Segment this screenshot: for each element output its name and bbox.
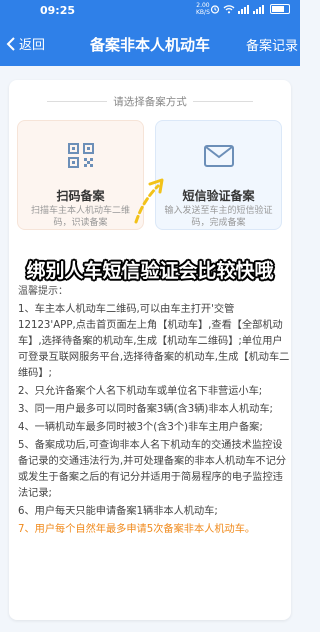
tip-item: 4、一辆机动车最多同时被3个(含3个)非车主用户备案; — [18, 422, 263, 433]
arrow-annotation-icon — [134, 178, 164, 224]
battery-icon — [270, 4, 290, 14]
tips-section: 温馨提示： 1、车主本人机动车二维码,可以由车主打开'交管12123'APP,点… — [18, 284, 290, 540]
divider-right — [193, 101, 253, 102]
status-time: 09:25 — [40, 4, 76, 17]
network-speed-unit: KB/S — [196, 9, 210, 16]
tip-item-highlight: 7、用户每个自然年最多申请5次备案非本人机动车。 — [18, 524, 256, 535]
signal-icon — [238, 4, 250, 14]
alarm-icon — [210, 5, 220, 14]
sms-record-label: 短信验证备案 — [182, 189, 255, 203]
signal-icon-2 — [253, 4, 265, 14]
tips-heading: 温馨提示： — [18, 286, 68, 297]
status-icons — [210, 4, 290, 14]
tip-item: 5、备案成功后,可查询非本人名下机动车的交通技术监控设备记录的交通违法行为,并可… — [18, 440, 287, 499]
network-speed: 2.00 KB/S — [196, 2, 210, 16]
qr-code-icon — [67, 143, 94, 168]
tip-item: 3、同一用户最多可以同时备案3辆(含3辆)非本人机动车; — [18, 404, 273, 415]
scan-record-label: 扫码备案 — [56, 189, 105, 203]
scan-record-option[interactable]: 扫码备案 扫描车主本人机动车二维码，识读备案 — [17, 120, 144, 230]
nav-bar: 返回 备案非本人机动车 备案记录 — [0, 22, 300, 66]
tip-item: 2、只允许备案个人名下机动车或单位名下非营运小车; — [18, 386, 263, 397]
network-speed-value: 2.00 — [196, 2, 210, 9]
sms-record-option[interactable]: 短信验证备案 输入发送至车主的短信验证码，完成备案 — [155, 120, 282, 230]
scan-record-desc: 扫描车主本人机动车二维码，识读备案 — [30, 206, 130, 228]
tip-item: 1、车主本人机动车二维码,可以由车主打开'交管12123'APP,点击首页面左上… — [18, 304, 290, 379]
status-bar: 09:25 2.00 KB/S — [0, 0, 300, 22]
tip-item: 6、用户每天只能申请备案1辆非本人机动车; — [18, 506, 218, 517]
record-button[interactable]: 备案记录 — [246, 35, 298, 54]
envelope-icon — [203, 145, 234, 167]
sms-record-desc: 输入发送至车主的短信验证码，完成备案 — [164, 206, 273, 228]
wifi-icon — [223, 5, 235, 14]
overlay-caption: 绑别人车短信验证会比较快哦 — [26, 260, 274, 282]
